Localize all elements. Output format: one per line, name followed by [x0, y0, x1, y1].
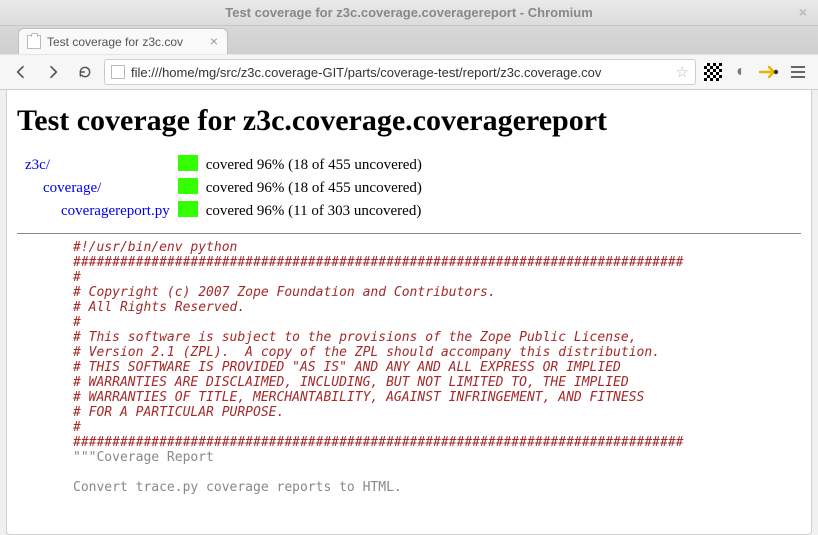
shield-extension-icon[interactable]: ◐ — [730, 61, 752, 83]
tab-title: Test coverage for z3c.cov — [47, 35, 201, 49]
hamburger-menu-icon[interactable] — [786, 60, 810, 84]
bookmark-star-icon[interactable]: ☆ — [676, 63, 689, 81]
forward-button[interactable] — [40, 59, 66, 85]
window-titlebar: Test coverage for z3c.coverage.coverager… — [0, 0, 818, 26]
separator — [17, 233, 801, 234]
table-row: coveragereport.py covered 96% (11 of 303… — [25, 200, 426, 223]
page-title: Test coverage for z3c.coverage.coverager… — [17, 104, 801, 138]
toolbar: file:///home/mg/src/z3c.coverage-GIT/par… — [0, 54, 818, 90]
page-viewport: Test coverage for z3c.coverage.coverager… — [6, 90, 812, 535]
link-coveragereport[interactable]: coveragereport.py — [61, 203, 170, 219]
arrow-extension-icon[interactable] — [758, 61, 780, 83]
table-row: z3c/ covered 96% (18 of 455 uncovered) — [25, 154, 426, 177]
coverage-bar — [178, 178, 198, 194]
tab-close-icon[interactable]: × — [207, 35, 221, 49]
window-title: Test coverage for z3c.coverage.coverager… — [225, 5, 593, 20]
source-listing: #!/usr/bin/env python ##################… — [17, 240, 801, 495]
reload-button[interactable] — [72, 59, 98, 85]
tabstrip: Test coverage for z3c.cov × — [0, 26, 818, 54]
coverage-bar — [178, 155, 198, 171]
coverage-text: covered 96% (18 of 455 uncovered) — [202, 154, 426, 177]
coverage-text: covered 96% (11 of 303 uncovered) — [202, 200, 426, 223]
qr-extension-icon[interactable] — [702, 61, 724, 83]
coverage-text: covered 96% (18 of 455 uncovered) — [202, 177, 426, 200]
address-bar[interactable]: file:///home/mg/src/z3c.coverage-GIT/par… — [104, 59, 696, 85]
file-icon — [27, 35, 41, 49]
coverage-table: z3c/ covered 96% (18 of 455 uncovered) c… — [25, 154, 426, 223]
browser-tab[interactable]: Test coverage for z3c.cov × — [18, 28, 228, 54]
back-button[interactable] — [8, 59, 34, 85]
coverage-bar — [178, 201, 198, 217]
url-text: file:///home/mg/src/z3c.coverage-GIT/par… — [131, 65, 670, 80]
window-close-icon[interactable]: × — [796, 5, 810, 19]
page-icon — [111, 65, 125, 79]
link-coverage[interactable]: coverage/ — [43, 180, 101, 196]
link-z3c[interactable]: z3c/ — [25, 157, 50, 173]
table-row: coverage/ covered 96% (18 of 455 uncover… — [25, 177, 426, 200]
